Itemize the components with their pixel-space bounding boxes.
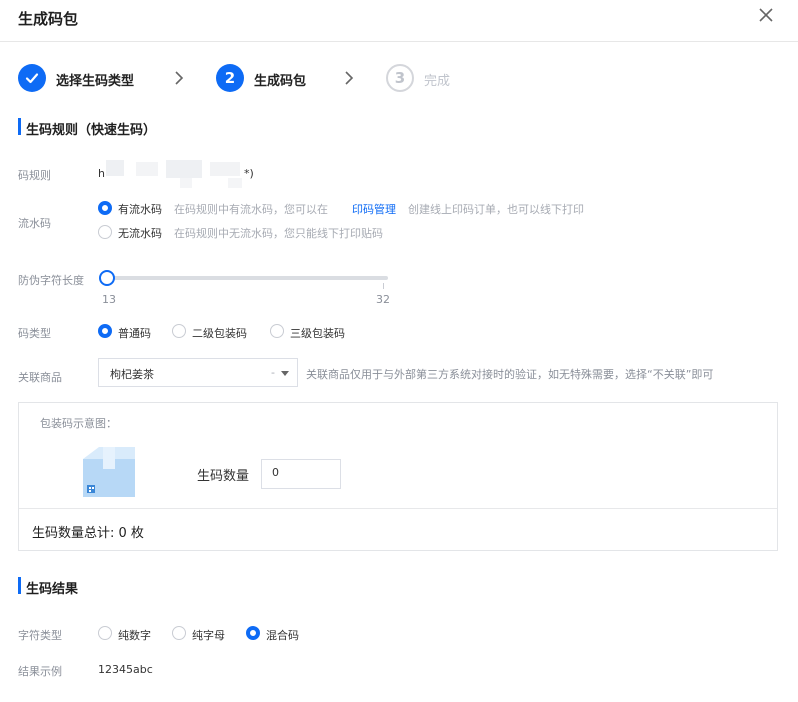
code-rule-label: 码规则	[18, 169, 51, 182]
serial-no-desc: 在码规则中无流水码，您只能线下打印贴码	[174, 227, 383, 240]
radio-char-mixed[interactable]	[246, 626, 260, 640]
code-rule-suffix: *)	[244, 167, 254, 180]
chevron-right-icon	[175, 71, 184, 85]
caret-down-icon	[281, 371, 289, 376]
code-type-normal[interactable]: 普通码	[118, 325, 151, 341]
step-2-label: 生成码包	[254, 74, 307, 89]
step-3-wait: 3	[386, 64, 414, 92]
chevron-right-icon	[345, 71, 354, 85]
slider-handle[interactable]	[99, 270, 115, 286]
step-3-number: 3	[394, 69, 406, 87]
code-type-label: 码类型	[18, 327, 51, 340]
code-type-level3[interactable]: 三级包装码	[290, 325, 345, 341]
product-clear[interactable]: -	[271, 366, 275, 379]
radio-code-level3[interactable]	[270, 324, 284, 338]
step-2-active: 2	[216, 64, 244, 92]
quantity-input-value: 0	[272, 466, 279, 479]
step-1-label: 选择生码类型	[56, 74, 135, 89]
close-button[interactable]	[756, 5, 776, 25]
example-value: 12345abc	[98, 663, 153, 676]
step-2-number: 2	[224, 69, 236, 87]
example-label: 结果示例	[18, 665, 62, 678]
char-type-label: 字符类型	[18, 629, 62, 642]
slider-max: 32	[376, 293, 390, 306]
radio-code-level2[interactable]	[172, 324, 186, 338]
char-type-alpha[interactable]: 纯字母	[192, 627, 225, 643]
section-bar	[18, 577, 21, 594]
radio-code-normal[interactable]	[98, 324, 112, 338]
code-rule-redacted	[106, 160, 242, 190]
char-type-mixed[interactable]: 混合码	[266, 627, 299, 643]
rules-section-title: 生码规则（快速生码）	[26, 123, 157, 138]
step-3-label: 完成	[424, 74, 451, 89]
close-icon	[759, 8, 773, 22]
product-select-value: 枸杞姜茶	[110, 368, 154, 381]
print-management-link[interactable]: 印码管理	[352, 201, 396, 217]
result-section-title: 生码结果	[26, 582, 79, 597]
product-select[interactable]: 枸杞姜茶 -	[98, 358, 298, 387]
serial-no-label[interactable]: 无流水码	[118, 225, 162, 241]
section-bar	[18, 118, 21, 135]
serial-yes-label[interactable]: 有流水码	[118, 201, 162, 217]
dialog-title: 生成码包	[18, 10, 79, 28]
package-box-icon	[83, 447, 135, 497]
serial-yes-desc: 在码规则中有流水码，您可以在	[174, 203, 328, 216]
slider-min: 13	[102, 293, 116, 306]
slider-end-tick	[383, 283, 384, 289]
step-1-done	[18, 64, 46, 92]
quantity-label: 生码数量	[197, 469, 250, 484]
quantity-total: 生码数量总计: 0 枚	[32, 526, 144, 541]
serial-yes-desc-after: 创建线上印码订单，也可以线下打印	[408, 203, 584, 216]
product-hint: 关联商品仅用于与外部第三方系统对接时的验证，如无特殊需要，选择“不关联”即可	[306, 368, 714, 381]
slider-track[interactable]	[106, 276, 388, 280]
radio-char-numeric[interactable]	[98, 626, 112, 640]
radio-char-alpha[interactable]	[172, 626, 186, 640]
code-type-level2[interactable]: 二级包装码	[192, 325, 247, 341]
quantity-input[interactable]: 0	[261, 459, 341, 489]
code-rule-prefix: h	[98, 167, 105, 180]
anti-fake-length-label: 防伪字符长度	[18, 274, 84, 287]
serial-label: 流水码	[18, 217, 51, 230]
package-divider	[19, 508, 777, 509]
header-divider	[0, 41, 798, 42]
radio-serial-no[interactable]	[98, 225, 112, 239]
radio-serial-yes[interactable]	[98, 201, 112, 215]
char-type-numeric[interactable]: 纯数字	[118, 627, 151, 643]
package-title: 包装码示意图：	[40, 417, 117, 430]
product-label: 关联商品	[18, 371, 62, 384]
check-icon	[25, 73, 39, 84]
package-panel: 包装码示意图： 生码数量 0 生码数量总计: 0 枚	[18, 402, 778, 551]
